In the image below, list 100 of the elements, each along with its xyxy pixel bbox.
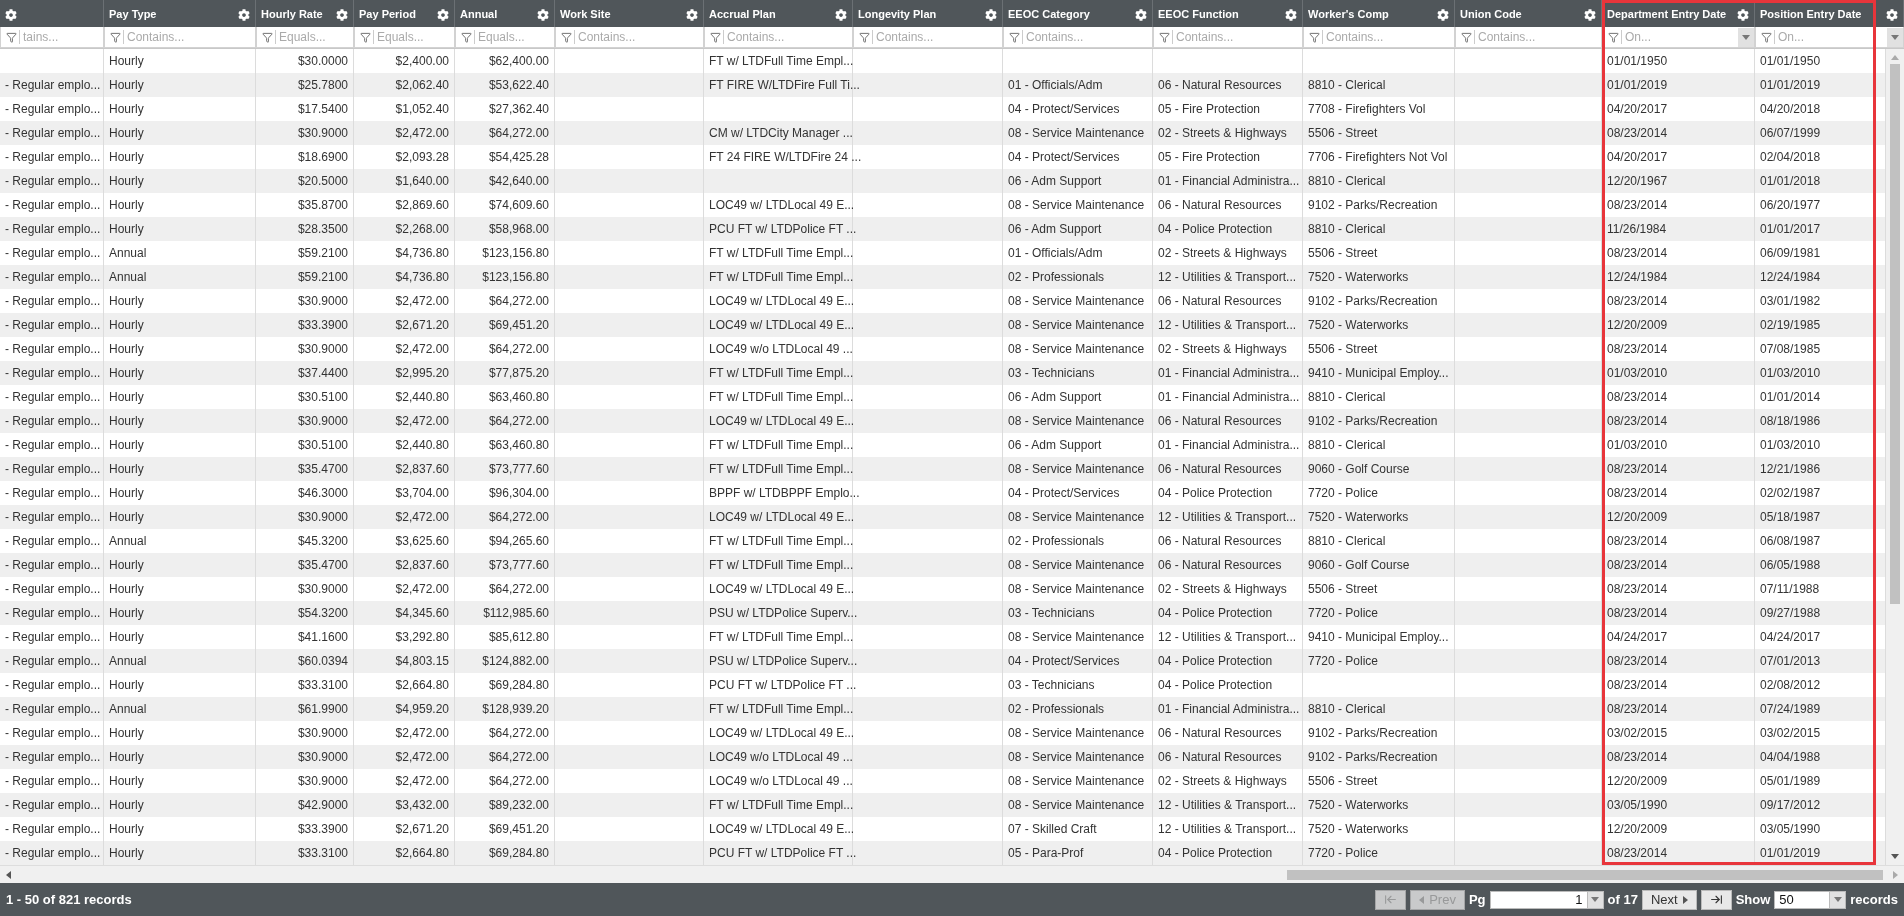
table-cell: $30.9000 bbox=[297, 414, 348, 428]
filter-input[interactable]: Contains... bbox=[574, 30, 703, 44]
table-cell: $2,440.80 bbox=[395, 438, 449, 452]
table-cell: $64,272.00 bbox=[488, 774, 549, 788]
table-cell: 7720 - Police bbox=[1308, 486, 1379, 500]
table-cell: 8810 - Clerical bbox=[1308, 390, 1386, 404]
table-cell: $128,939.20 bbox=[482, 702, 549, 716]
table-cell: LOC49 w/ LTDLocal 49 E... bbox=[709, 414, 855, 428]
dropdown-button[interactable] bbox=[1887, 27, 1903, 47]
table-cell: 06 - Adm Support bbox=[1008, 438, 1102, 452]
settings-icon[interactable] bbox=[537, 9, 549, 21]
table-cell: $30.9000 bbox=[297, 750, 348, 764]
table-cell: 08 - Service Maintenance bbox=[1008, 198, 1145, 212]
table-cell: 7708 - Firefighters Vol bbox=[1308, 102, 1426, 116]
table-cell: $2,472.00 bbox=[395, 774, 449, 788]
settings-icon[interactable] bbox=[686, 9, 698, 21]
filter-field[interactable]: Contains... bbox=[853, 27, 1003, 48]
table-cell: 11/26/1984 bbox=[1607, 222, 1667, 236]
filter-input[interactable]: Contains... bbox=[872, 30, 1002, 44]
filter-input[interactable]: Contains... bbox=[1022, 30, 1152, 44]
table-cell: $123,156.80 bbox=[482, 246, 549, 260]
filter-field[interactable]: Equals... bbox=[354, 27, 455, 48]
table-cell: $2,869.60 bbox=[395, 198, 449, 212]
table-cell: $64,272.00 bbox=[488, 294, 549, 308]
filter-field[interactable]: Contains... bbox=[104, 27, 256, 48]
table-cell: $124,882.00 bbox=[482, 654, 549, 668]
settings-icon[interactable] bbox=[985, 9, 997, 21]
filter-input[interactable]: Contains... bbox=[1322, 30, 1454, 44]
filter-field[interactable]: Contains... bbox=[1303, 27, 1455, 48]
filter-input[interactable]: Equals... bbox=[474, 30, 554, 44]
table-cell: 01 - Officials/Adm bbox=[1008, 78, 1103, 92]
page-label: Pg bbox=[1468, 892, 1486, 907]
settings-icon[interactable] bbox=[5, 9, 17, 21]
filter-field[interactable]: Contains... bbox=[555, 27, 704, 48]
table-cell: 12/20/2009 bbox=[1607, 822, 1668, 836]
caret-icon bbox=[1591, 897, 1600, 902]
horizontal-scrollbar[interactable] bbox=[0, 865, 1904, 883]
table-cell: - Regular emplo... bbox=[5, 342, 101, 356]
table-cell: $30.9000 bbox=[297, 510, 348, 524]
settings-icon[interactable] bbox=[437, 9, 449, 21]
vertical-scrollbar[interactable] bbox=[1886, 49, 1904, 865]
next-button[interactable]: Next bbox=[1641, 889, 1697, 910]
filter-field[interactable]: Contains... bbox=[1455, 27, 1602, 48]
table-cell: 06 - Natural Resources bbox=[1158, 414, 1282, 428]
table-cell: 02/08/2012 bbox=[1760, 678, 1821, 692]
scrollbar-thumb[interactable] bbox=[1287, 869, 1883, 880]
page-size-field[interactable]: 50 bbox=[1774, 890, 1831, 909]
table-cell: Hourly bbox=[109, 822, 144, 836]
settings-icon[interactable] bbox=[1285, 9, 1297, 21]
filter-field[interactable]: Contains... bbox=[704, 27, 853, 48]
settings-icon[interactable] bbox=[1737, 9, 1749, 21]
table-cell: $41.1600 bbox=[297, 630, 348, 644]
table-cell: $33.3900 bbox=[297, 318, 348, 332]
filter-input[interactable]: tains... bbox=[19, 30, 103, 44]
filter-field[interactable]: Equals... bbox=[256, 27, 354, 48]
filter-input[interactable]: Contains... bbox=[723, 30, 852, 44]
settings-icon[interactable] bbox=[835, 9, 847, 21]
table-cell: $2,671.20 bbox=[395, 318, 449, 332]
settings-icon[interactable] bbox=[1584, 9, 1596, 21]
settings-icon[interactable] bbox=[1437, 9, 1449, 21]
table-cell: 06 - Natural Resources bbox=[1158, 558, 1282, 572]
filter-input[interactable]: Equals... bbox=[275, 30, 353, 44]
filter-field[interactable]: On... bbox=[1755, 27, 1904, 48]
table-cell: 7720 - Police bbox=[1308, 654, 1379, 668]
table-cell: CM w/ LTDCity Manager ... bbox=[709, 126, 853, 140]
filter-input[interactable]: On... bbox=[1621, 30, 1736, 44]
settings-icon[interactable] bbox=[238, 9, 250, 21]
table-cell: Hourly bbox=[109, 558, 144, 572]
table-cell: $2,472.00 bbox=[395, 750, 449, 764]
filter-input[interactable]: Contains... bbox=[123, 30, 255, 44]
dropdown-button[interactable] bbox=[1830, 890, 1847, 909]
filter-field[interactable]: On... bbox=[1602, 27, 1755, 48]
table-cell: FT 24 FIRE W/LTDFire 24 ... bbox=[709, 150, 862, 164]
filter-field[interactable]: tains... bbox=[0, 27, 104, 48]
table-cell: - Regular emplo... bbox=[5, 102, 101, 116]
scrollbar-thumb[interactable] bbox=[1890, 64, 1900, 604]
table-cell: 01/01/2018 bbox=[1760, 174, 1821, 188]
last-page-button[interactable] bbox=[1700, 889, 1732, 910]
table-cell: $89,232.00 bbox=[488, 798, 549, 812]
table-cell: - Regular emplo... bbox=[5, 510, 101, 524]
table-cell: 08/23/2014 bbox=[1607, 246, 1668, 260]
filter-field[interactable]: Contains... bbox=[1153, 27, 1303, 48]
filter-field[interactable]: Equals... bbox=[455, 27, 555, 48]
show-label: Show bbox=[1735, 892, 1771, 907]
settings-icon[interactable] bbox=[1886, 9, 1898, 21]
settings-icon[interactable] bbox=[1135, 9, 1147, 21]
filter-input[interactable]: On... bbox=[1774, 30, 1885, 44]
table-cell: $2,995.20 bbox=[395, 366, 449, 380]
table-cell: 12/21/1986 bbox=[1760, 462, 1821, 476]
table-cell: 08/23/2014 bbox=[1607, 414, 1668, 428]
filter-input[interactable]: Contains... bbox=[1172, 30, 1302, 44]
filter-input[interactable]: Equals... bbox=[373, 30, 454, 44]
filter-input[interactable]: Contains... bbox=[1474, 30, 1601, 44]
table-cell: 08/23/2014 bbox=[1607, 678, 1668, 692]
page-field[interactable]: 1 bbox=[1489, 890, 1588, 909]
filter-field[interactable]: Contains... bbox=[1003, 27, 1153, 48]
table-cell: 04/04/1988 bbox=[1760, 750, 1821, 764]
dropdown-button[interactable] bbox=[1738, 27, 1754, 47]
table-cell: 5506 - Street bbox=[1308, 774, 1378, 788]
settings-icon[interactable] bbox=[336, 9, 348, 21]
